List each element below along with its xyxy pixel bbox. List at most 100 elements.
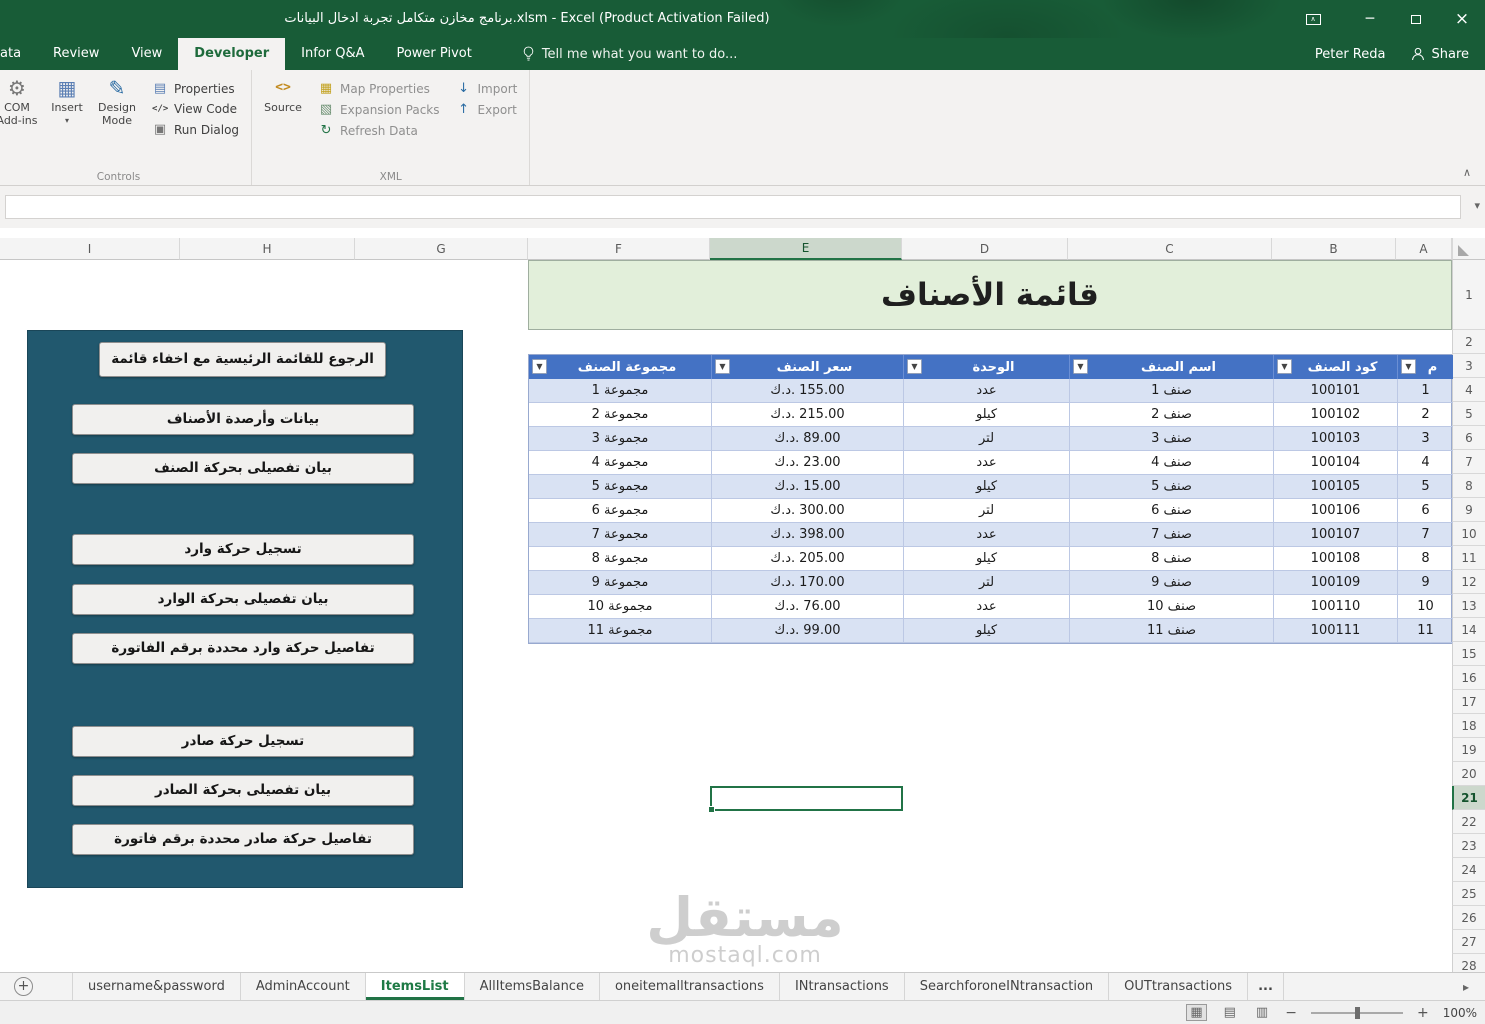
cell-price[interactable]: د.ك. 155.00 xyxy=(711,379,903,403)
zoom-slider-thumb[interactable] xyxy=(1354,1006,1360,1019)
row-header-13[interactable]: 13 xyxy=(1452,594,1485,618)
ribbon-tab-view[interactable]: View xyxy=(115,38,178,70)
table-header-[interactable]: ▼ كود الصنف xyxy=(1273,355,1397,379)
share-button[interactable]: Share xyxy=(1411,47,1469,62)
row-header-15[interactable]: 15 xyxy=(1452,642,1485,666)
row-header-14[interactable]: 14 xyxy=(1452,618,1485,642)
cell-unit[interactable]: لتر xyxy=(903,427,1069,451)
ribbon-tab-infor-q-a[interactable]: Infor Q&A xyxy=(285,38,380,70)
row-header-25[interactable]: 25 xyxy=(1452,882,1485,906)
cell-name[interactable]: صنف 2 xyxy=(1069,403,1273,427)
fill-handle[interactable] xyxy=(708,806,715,813)
design-mode-button[interactable]: ✎ Design Mode xyxy=(92,73,142,127)
row-header-24[interactable]: 24 xyxy=(1452,858,1485,882)
panel-button-7[interactable]: تسجيل حركة صادر xyxy=(72,726,414,757)
panel-button-8[interactable]: بيان تفصيلى بحركة الصادر xyxy=(72,775,414,806)
tell-me-box[interactable]: Tell me what you want to do... xyxy=(522,38,737,70)
cell-serial[interactable]: 7 xyxy=(1397,523,1453,547)
ribbon-tab-developer[interactable]: Developer xyxy=(178,38,286,70)
panel-button-1[interactable]: الرجوع للقائمة الرئيسية مع اخفاء قائمة xyxy=(99,342,386,377)
cell-name[interactable]: صنف 3 xyxy=(1069,427,1273,451)
cell-serial[interactable]: 3 xyxy=(1397,427,1453,451)
cell-unit[interactable]: كيلو xyxy=(903,619,1069,643)
cell-group[interactable]: مجموعة 7 xyxy=(529,523,711,547)
view-code-button[interactable]: </> View Code xyxy=(152,102,239,116)
filter-dropdown-icon[interactable]: ▼ xyxy=(715,359,730,374)
cell-price[interactable]: د.ك. 205.00 xyxy=(711,547,903,571)
sheet-tab-intransactions[interactable]: INtransactions xyxy=(780,973,905,1000)
source-button[interactable]: <> Source xyxy=(258,73,308,115)
cell-group[interactable]: مجموعة 8 xyxy=(529,547,711,571)
cell-serial[interactable]: 9 xyxy=(1397,571,1453,595)
panel-button-5[interactable]: بيان تفصيلى بحركة الوارد xyxy=(72,584,414,615)
cell-serial[interactable]: 2 xyxy=(1397,403,1453,427)
zoom-in-icon[interactable]: + xyxy=(1417,1005,1429,1021)
cell-unit[interactable]: كيلو xyxy=(903,475,1069,499)
new-sheet-button[interactable]: + xyxy=(14,977,33,996)
cell-unit[interactable]: لتر xyxy=(903,571,1069,595)
cell-unit[interactable]: عدد xyxy=(903,379,1069,403)
cell-name[interactable]: صنف 4 xyxy=(1069,451,1273,475)
sheet-tab-username-password[interactable]: username&password xyxy=(72,973,241,1000)
sheet-title-cell[interactable]: قائمة الأصناف xyxy=(528,260,1452,330)
cell-group[interactable]: مجموعة 2 xyxy=(529,403,711,427)
table-header-[interactable]: ▼ اسم الصنف xyxy=(1069,355,1273,379)
cell-unit[interactable]: كيلو xyxy=(903,403,1069,427)
column-header-D[interactable]: D xyxy=(902,238,1068,260)
ribbon-tab-review[interactable]: Review xyxy=(37,38,115,70)
cell-name[interactable]: صنف 1 xyxy=(1069,379,1273,403)
row-header-23[interactable]: 23 xyxy=(1452,834,1485,858)
maximize-button[interactable] xyxy=(1393,0,1439,38)
ribbon-display-options-icon[interactable]: ∧ xyxy=(1301,0,1325,38)
row-header-2[interactable]: 2 xyxy=(1452,330,1485,354)
filter-dropdown-icon[interactable]: ▼ xyxy=(1277,359,1292,374)
column-header-C[interactable]: C xyxy=(1068,238,1272,260)
cell-price[interactable]: د.ك. 15.00 xyxy=(711,475,903,499)
cell-unit[interactable]: عدد xyxy=(903,451,1069,475)
selected-cell[interactable] xyxy=(708,786,903,813)
row-header-17[interactable]: 17 xyxy=(1452,690,1485,714)
row-header-19[interactable]: 19 xyxy=(1452,738,1485,762)
cell-group[interactable]: مجموعة 9 xyxy=(529,571,711,595)
cell-name[interactable]: صنف 6 xyxy=(1069,499,1273,523)
ribbon-tab-power-pivot[interactable]: Power Pivot xyxy=(380,38,487,70)
tab-scroll-right-icon[interactable]: ▸ xyxy=(1463,973,1469,1000)
cell-serial[interactable]: 11 xyxy=(1397,619,1453,643)
cell-code[interactable]: 100110 xyxy=(1273,595,1397,619)
cell-unit[interactable]: عدد xyxy=(903,523,1069,547)
refresh-data-button[interactable]: ↻ Refresh Data xyxy=(318,123,439,138)
row-header-4[interactable]: 4 xyxy=(1452,378,1485,402)
row-header-26[interactable]: 26 xyxy=(1452,906,1485,930)
panel-button-6[interactable]: تفاصيل حركة وارد محددة برقم الفاتورة xyxy=(72,633,414,664)
cell-group[interactable]: مجموعة 3 xyxy=(529,427,711,451)
column-header-H[interactable]: H xyxy=(180,238,355,260)
formula-bar-expand-icon[interactable]: ▾ xyxy=(1474,199,1480,212)
export-button[interactable]: ↑ Export xyxy=(456,102,518,117)
zoom-level[interactable]: 100% xyxy=(1443,1006,1477,1020)
row-header-28[interactable]: 28 xyxy=(1452,954,1485,972)
filter-dropdown-icon[interactable]: ▼ xyxy=(907,359,922,374)
cell-serial[interactable]: 5 xyxy=(1397,475,1453,499)
cell-name[interactable]: صنف 9 xyxy=(1069,571,1273,595)
cell-code[interactable]: 100111 xyxy=(1273,619,1397,643)
column-header-A[interactable]: A xyxy=(1396,238,1452,260)
cell-name[interactable]: صنف 10 xyxy=(1069,595,1273,619)
cell-code[interactable]: 100103 xyxy=(1273,427,1397,451)
row-header-12[interactable]: 12 xyxy=(1452,570,1485,594)
expansion-packs-button[interactable]: ▧ Expansion Packs xyxy=(318,102,440,117)
cell-unit[interactable]: لتر xyxy=(903,499,1069,523)
row-header-11[interactable]: 11 xyxy=(1452,546,1485,570)
collapse-ribbon-icon[interactable]: ∧ xyxy=(1463,166,1471,179)
row-header-8[interactable]: 8 xyxy=(1452,474,1485,498)
filter-dropdown-icon[interactable]: ▼ xyxy=(532,359,547,374)
cell-serial[interactable]: 1 xyxy=(1397,379,1453,403)
panel-button-4[interactable]: تسجيل حركة وارد xyxy=(72,534,414,565)
cell-group[interactable]: مجموعة 5 xyxy=(529,475,711,499)
cell-price[interactable]: د.ك. 76.00 xyxy=(711,595,903,619)
cell-code[interactable]: 100106 xyxy=(1273,499,1397,523)
insert-control-button[interactable]: ▦ Insert ▾ xyxy=(42,73,92,124)
row-header-20[interactable]: 20 xyxy=(1452,762,1485,786)
table-header-[interactable]: ▼ الوحدة xyxy=(903,355,1069,379)
cell-name[interactable]: صنف 8 xyxy=(1069,547,1273,571)
cell-price[interactable]: د.ك. 215.00 xyxy=(711,403,903,427)
